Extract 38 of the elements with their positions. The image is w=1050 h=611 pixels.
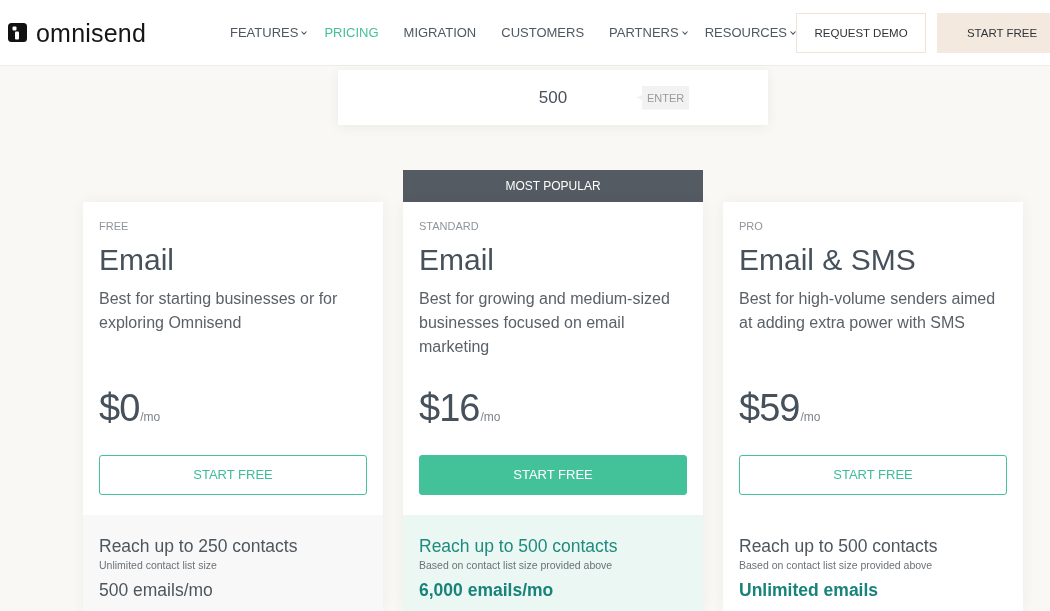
chevron-down-icon [681,30,688,35]
chevron-down-icon [790,30,797,35]
logo-text: omnisend [36,17,146,48]
plan-description: Best for high-volume senders aimed at adding extra power with SMS [739,289,997,333]
chevron-down-icon [301,30,308,35]
price-period: /mo [480,410,501,424]
plan-title: Email [419,242,494,278]
nav-link[interactable]: PARTNERS [609,24,688,41]
plan-tier-label: FREE [99,220,129,232]
emails-limit: 500 emails/mo [99,579,213,602]
nav-link[interactable]: RESOURCES [704,24,797,41]
header-button[interactable]: REQUEST DEMO [796,12,927,53]
contacts-limit: Reach up to 500 contacts [739,535,938,558]
contacts-note: Based on contact list size provided above [419,558,613,572]
contacts-limit: Reach up to 500 contacts [419,535,618,558]
contacts-limit: Reach up to 250 contacts [99,535,298,558]
plan-price: $0 [99,386,140,431]
logo-icon [8,23,27,42]
plan-price: $59 [739,386,800,431]
contacts-note: Based on contact list size provided above [739,558,933,572]
plan-tier-label: STANDARD [419,220,479,232]
plan-title: Email & SMS [739,242,916,278]
plan-description: Best for starting businesses or for exploring Omnisend [99,289,339,333]
plan-description: Best for growing and medium-sized businesses focused on email marketing [419,289,671,357]
contacts-input[interactable]: 500 [473,82,633,113]
contacts-note: Unlimited contact list size [99,558,217,572]
nav-link[interactable]: MIGRATION [403,24,477,41]
most-popular-banner: MOST POPULAR [403,170,703,202]
price-period: /mo [140,410,161,424]
emails-limit: Unlimited emails [739,579,879,602]
emails-limit: 6,000 emails/mo [419,579,554,602]
nav-link[interactable]: CUSTOMERS [501,24,585,41]
plan-tier-label: PRO [739,220,763,232]
header-button[interactable]: START FREE [937,12,1050,53]
plan-title: Email [99,242,174,278]
price-period: /mo [800,410,821,424]
nav-link[interactable]: FEATURES [230,24,308,41]
plan-price: $16 [419,386,480,431]
